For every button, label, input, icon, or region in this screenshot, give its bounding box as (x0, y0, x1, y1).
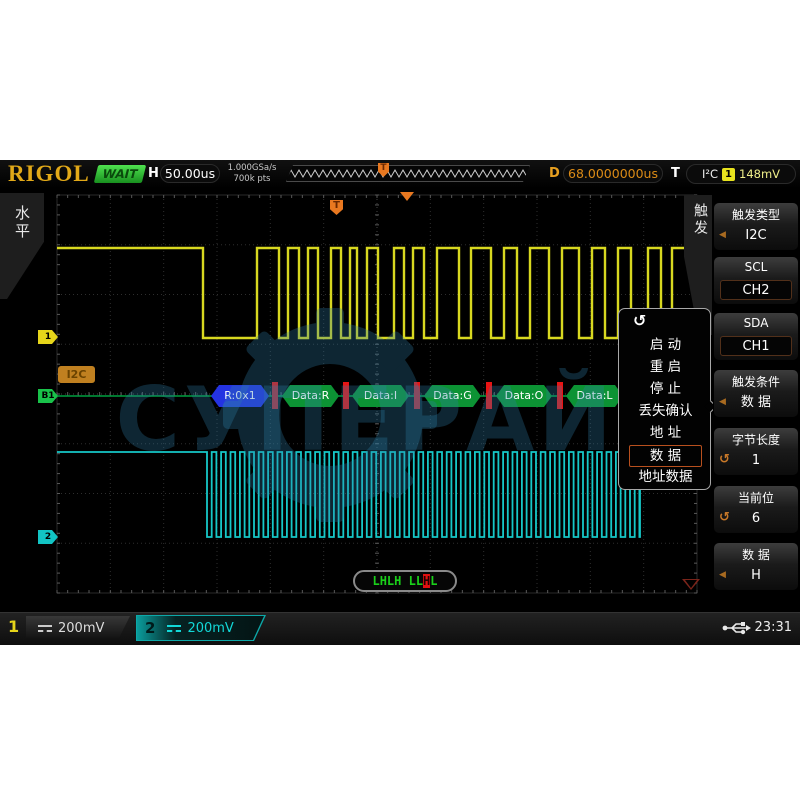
sidebar-item-label: 数 据 (714, 546, 798, 563)
trigger-source-badge: 1 (722, 168, 735, 181)
usb-icon (722, 621, 752, 635)
rotate-knob-icon: ↺ (719, 510, 730, 525)
screenshot-page: RIGOL WAIT H 50.00us 1.000GSa/s 700k pts… (0, 0, 800, 800)
tab-trigger-label: 触发 (690, 203, 710, 237)
decode-stop-mark (557, 382, 563, 409)
ch1-trace (57, 248, 697, 338)
decode-stop-mark (343, 382, 349, 409)
preview-zigzag (287, 166, 529, 181)
horizontal-label: H (148, 166, 159, 181)
decode-stop-mark (272, 382, 278, 409)
sidebar-item-value: I2C (720, 226, 792, 246)
ch2-trace (57, 452, 697, 537)
data-pattern-badge: LHLH LLHL (353, 570, 457, 592)
bus-protocol-badge[interactable]: I2C (58, 366, 95, 383)
tab-horizontal-label: 水平 (12, 205, 33, 241)
sidebar-item-value: 数 据 (720, 393, 792, 413)
sidebar-item-label: SCL (714, 260, 798, 274)
ch1-scale-box[interactable]: 200mV (26, 616, 130, 640)
pattern-suffix: L (430, 574, 437, 588)
decode-frame-r-0x1[interactable]: R:0x1 (211, 385, 269, 407)
ch2-number: 2 (137, 619, 161, 637)
trigger-position-triangle-icon[interactable] (400, 192, 414, 201)
decode-stop-mark (486, 382, 492, 409)
popup-item-1[interactable]: 重 启 (629, 357, 702, 379)
ch2-scale-value: 200mV (187, 621, 233, 636)
decode-stop-mark (414, 382, 420, 409)
decode-frame-data-r[interactable]: Data:R (282, 385, 339, 407)
sidebar-item-4[interactable]: 字节长度 1↺ (714, 428, 798, 475)
sidebar-item-label: 当前位 (714, 489, 798, 506)
bottom-status-bar: 1 200mV 2 200mV (0, 612, 800, 645)
acquisition-status-badge: WAIT (94, 165, 146, 183)
dc-coupling-icon (167, 625, 181, 632)
popup-item-3[interactable]: 丢失确认 (629, 401, 702, 423)
sidebar-item-value: 1 (720, 451, 792, 471)
waveform-preview-strip[interactable] (286, 165, 530, 182)
popup-item-0[interactable]: 启 动 (629, 335, 702, 357)
popup-item-2[interactable]: 停 止 (629, 379, 702, 401)
sidebar-item-0[interactable]: 触发类型 I2C◀ (714, 203, 798, 250)
sidebar-item-label: 触发类型 (714, 206, 798, 223)
decode-frame-data-i[interactable]: Data:I (352, 385, 409, 407)
sample-rate: 1.000GSa/s (224, 163, 280, 174)
sidebar-item-value: CH1 (720, 336, 792, 356)
trigger-label: T (671, 166, 680, 181)
timebase-value[interactable]: 50.00us (160, 164, 220, 183)
sidebar-item-label: 触发条件 (714, 373, 798, 390)
dc-coupling-icon (38, 625, 52, 632)
oscilloscope-screen: RIGOL WAIT H 50.00us 1.000GSa/s 700k pts… (0, 160, 800, 645)
popup-item-5[interactable]: 数 据 (629, 445, 702, 467)
arrow-left-icon: ◀ (719, 230, 726, 240)
data-select-popup-menu: ↺ 启 动重 启停 止丢失确认地 址数 据地址数据 (618, 308, 711, 490)
sidebar-item-label: 字节长度 (714, 431, 798, 448)
trigger-bus-type: I²C (702, 167, 718, 181)
sidebar-item-1[interactable]: SCL CH2 (714, 257, 798, 304)
sidebar-item-2[interactable]: SDA CH1 (714, 313, 798, 360)
sample-rate-block: 1.000GSa/s 700k pts (224, 163, 280, 185)
trigger-delay-value[interactable]: 68.0000000us (563, 164, 663, 183)
trigger-level-value: 148mV (739, 167, 780, 181)
arrow-left-icon: ◀ (719, 397, 726, 407)
sidebar-item-label: SDA (714, 316, 798, 330)
decode-frame-data-o[interactable]: Data:O (496, 385, 552, 407)
trigger-menu-sidebar: 触发类型I2C◀SCLCH2SDACH1触发条件数 据◀字节长度1↺当前位6↺数… (712, 190, 800, 610)
decode-frame-data-g[interactable]: Data:G (424, 385, 481, 407)
pattern-current-bit: H (423, 574, 430, 588)
sidebar-item-5[interactable]: 当前位 6↺ (714, 486, 798, 533)
trigger-info-box[interactable]: I²C 1 148mV (686, 164, 796, 184)
rigol-logo: RIGOL (8, 161, 90, 187)
decode-frame-data-l[interactable]: Data:L (566, 385, 623, 407)
arrow-left-icon: ◀ (719, 570, 726, 580)
ch1-scale-value: 200mV (58, 621, 104, 636)
sidebar-item-6[interactable]: 数 据 H◀ (714, 543, 798, 590)
ch2-scale-box[interactable]: 2 200mV (136, 615, 268, 641)
sidebar-item-3[interactable]: 触发条件数 据◀ (714, 370, 798, 417)
memory-depth: 700k pts (224, 174, 280, 185)
delay-label: D (549, 166, 560, 181)
pattern-prefix: LHLH LL (372, 574, 423, 588)
rotate-knob-icon: ↺ (633, 311, 646, 330)
sidebar-item-value: H (720, 566, 792, 586)
clock-time: 23:31 (755, 620, 792, 635)
top-status-bar: RIGOL WAIT H 50.00us 1.000GSa/s 700k pts… (0, 160, 800, 188)
sidebar-item-value: CH2 (720, 280, 792, 300)
dimmed-marker-triangle-icon (682, 579, 700, 590)
popup-item-4[interactable]: 地 址 (629, 423, 702, 445)
rotate-knob-icon: ↺ (719, 452, 730, 467)
ch1-number[interactable]: 1 (8, 617, 19, 636)
popup-item-6[interactable]: 地址数据 (629, 467, 702, 489)
sidebar-item-value: 6 (720, 509, 792, 529)
